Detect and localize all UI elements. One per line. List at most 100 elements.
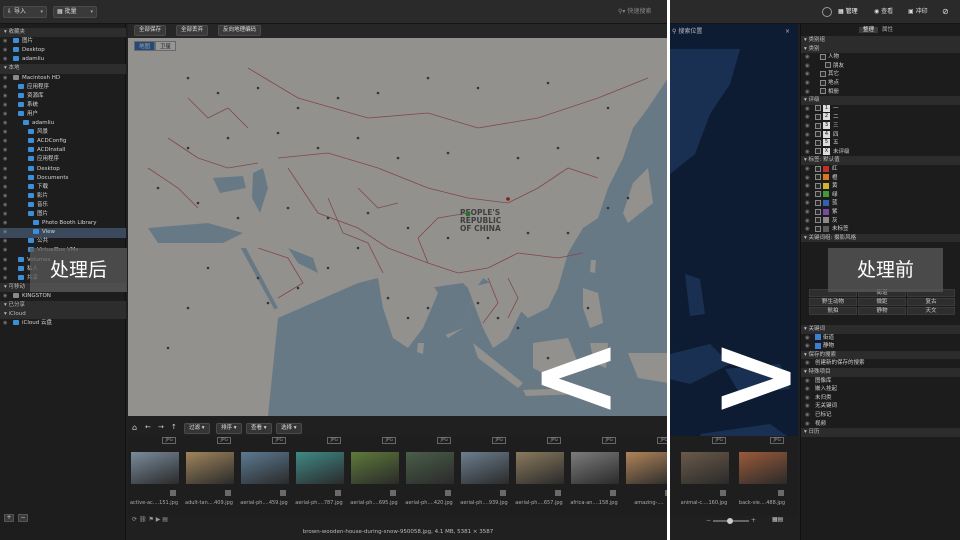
sidebar-item[interactable]: ◉ adamliu [0,119,126,128]
thumbnail[interactable]: JPG aerial-ph....459.jpg [238,436,290,516]
panel-item[interactable]: ◉ 蓝 [801,199,960,208]
panel-item[interactable]: ◉ 灰 [801,217,960,226]
sidebar-item[interactable]: ◉ KINGSTON [0,292,126,301]
eye-icon[interactable]: ◉ [3,237,7,246]
view-mode-button[interactable]: ◉ 查看 [874,6,906,18]
eye-icon[interactable]: ◉ [805,53,810,62]
panel-item[interactable]: ◉ 1 一 [801,104,960,114]
panel-section[interactable]: ▾ 标签: 默认值 [801,156,960,165]
keyword-chip[interactable]: 航拍 [809,307,857,315]
tab-properties[interactable]: 属性 [878,27,897,33]
eye-icon[interactable]: ◉ [805,182,810,191]
sidebar-item[interactable]: ◉ iCloud 云盘 [0,319,126,328]
panel-item[interactable]: ◉ 黄 [801,182,960,191]
panel-section[interactable]: ▾ 评级 [801,96,960,105]
select-checkbox[interactable] [500,490,506,496]
eye-icon[interactable]: ◉ [805,139,810,148]
eye-icon[interactable]: ◉ [3,37,7,46]
panel-item[interactable]: ◉ 4 四 [801,130,960,140]
eye-icon[interactable]: ◉ [805,402,810,411]
sidebar-item[interactable]: ◉ Desktop [0,46,126,55]
reverse-geocode-button[interactable]: 反向地理编码 [218,25,262,36]
eye-icon[interactable]: ◉ [3,274,7,283]
batch-dropdown[interactable]: ▦ 批量 ▾ [53,6,97,18]
thumbnail-image[interactable] [241,452,289,484]
up-icon[interactable]: ↑ [171,423,177,431]
quick-search-input[interactable]: ⚲▾ 快速搜索 [618,6,666,18]
eye-icon[interactable]: ◉ [805,377,810,386]
eye-icon[interactable]: ◉ [805,148,810,157]
panel-item[interactable]: ◉ 红 [801,165,960,174]
checkbox[interactable] [815,139,821,146]
eye-icon[interactable]: ◉ [3,165,7,174]
sidebar-item[interactable]: ◉ Documents [0,174,126,183]
eye-icon[interactable]: ◉ [3,192,7,201]
eye-icon[interactable]: ◉ [3,174,7,183]
eye-icon[interactable]: ◉ [805,122,810,131]
checkbox[interactable] [815,182,821,189]
thumbnail[interactable]: JPG aerial-ph....420.jpg [403,436,455,516]
eye-icon[interactable]: ◉ [3,256,7,265]
remove-icon[interactable]: − [18,514,28,522]
eye-icon[interactable]: ◉ [3,101,7,110]
eye-icon[interactable]: ◉ [3,228,7,237]
checkbox[interactable] [815,122,821,129]
panel-section[interactable]: ▾ 关键词 [801,325,960,334]
select-checkbox[interactable] [720,490,726,496]
eye-icon[interactable]: ◉ [805,199,810,208]
panel-item[interactable]: ◉ 街道 [801,334,960,343]
panel-item[interactable]: ◉ 其它 [801,70,960,79]
thumbnail-image[interactable] [351,452,399,484]
panel-section[interactable]: ▾ 类别组 [801,36,960,45]
sidebar-item[interactable]: ◉ 应用程序 [0,83,126,92]
eye-icon[interactable]: ◉ [3,74,7,83]
panel-section[interactable]: ▾ 类别 [801,44,960,54]
view-button[interactable]: 查看 ▾ [246,423,272,434]
tab-manage[interactable]: 整理 [859,27,879,33]
panel-section[interactable]: ▾ 关键词组: 摄影风格 [801,233,960,243]
sidebar-item[interactable]: ◉ 系统 [0,101,126,110]
checkbox[interactable] [815,131,821,138]
thumbnail[interactable]: JPG adult-tan....409.jpg [183,436,235,516]
sidebar-item[interactable]: ◉ Photo Booth Library [0,219,126,228]
develop-mode-button[interactable]: ▣ 冲印 [908,6,940,18]
sidebar-section[interactable]: ▾ iCloud [0,310,126,320]
eye-icon[interactable]: ◉ [3,201,7,210]
panel-item[interactable]: ◉ 未标签 [801,225,960,234]
eye-icon[interactable]: ◉ [3,219,7,228]
eye-icon[interactable]: ◉ [3,265,7,274]
sidebar-item[interactable]: ◉ 应用程序 [0,155,126,164]
checkbox[interactable] [820,88,826,95]
select-checkbox[interactable] [445,490,451,496]
thumbnail[interactable]: JPG animal-c....160.jpg [678,436,730,516]
left-arrow-icon[interactable]: < [530,320,622,430]
panel-item[interactable]: ◉ 地点 [801,79,960,88]
eye-icon[interactable]: ◉ [3,292,7,301]
sidebar-item[interactable]: ◉ 图片 [0,210,126,219]
panel-section[interactable]: ▾ 保存的搜索 [801,350,960,360]
eye-icon[interactable]: ◉ [3,119,7,128]
checkbox[interactable] [820,70,826,77]
eye-icon[interactable]: ◉ [805,113,810,122]
keyword-chip[interactable]: 复古 [907,298,955,306]
eye-icon[interactable]: ◉ [805,385,810,394]
panel-item[interactable]: ◉ X 未评级 [801,147,960,157]
keyword-chip[interactable]: 野生动物 [809,298,857,306]
eye-icon[interactable]: ◉ [3,319,7,328]
thumbnail-image[interactable] [186,452,234,484]
checkbox[interactable] [815,334,821,341]
checkbox[interactable] [815,208,821,215]
checkbox[interactable] [815,165,821,172]
eye-icon[interactable]: ◉ [3,46,7,55]
sidebar-item[interactable]: ◉ Macintosh HD [0,74,126,83]
checkbox[interactable] [815,105,821,112]
eye-icon[interactable]: ◉ [3,83,7,92]
eye-icon[interactable]: ◉ [805,79,810,88]
select-button[interactable]: 选择 ▾ [276,423,302,434]
panel-item[interactable]: ◉ 朋友 [801,62,960,71]
checkbox[interactable] [815,225,821,232]
thumbnail-image[interactable] [516,452,564,484]
panel-item[interactable]: ◉ 已标记 [801,411,960,420]
sidebar-item[interactable]: ◉ adamliu [0,55,126,64]
panel-item[interactable]: ◉ 紫 [801,208,960,217]
